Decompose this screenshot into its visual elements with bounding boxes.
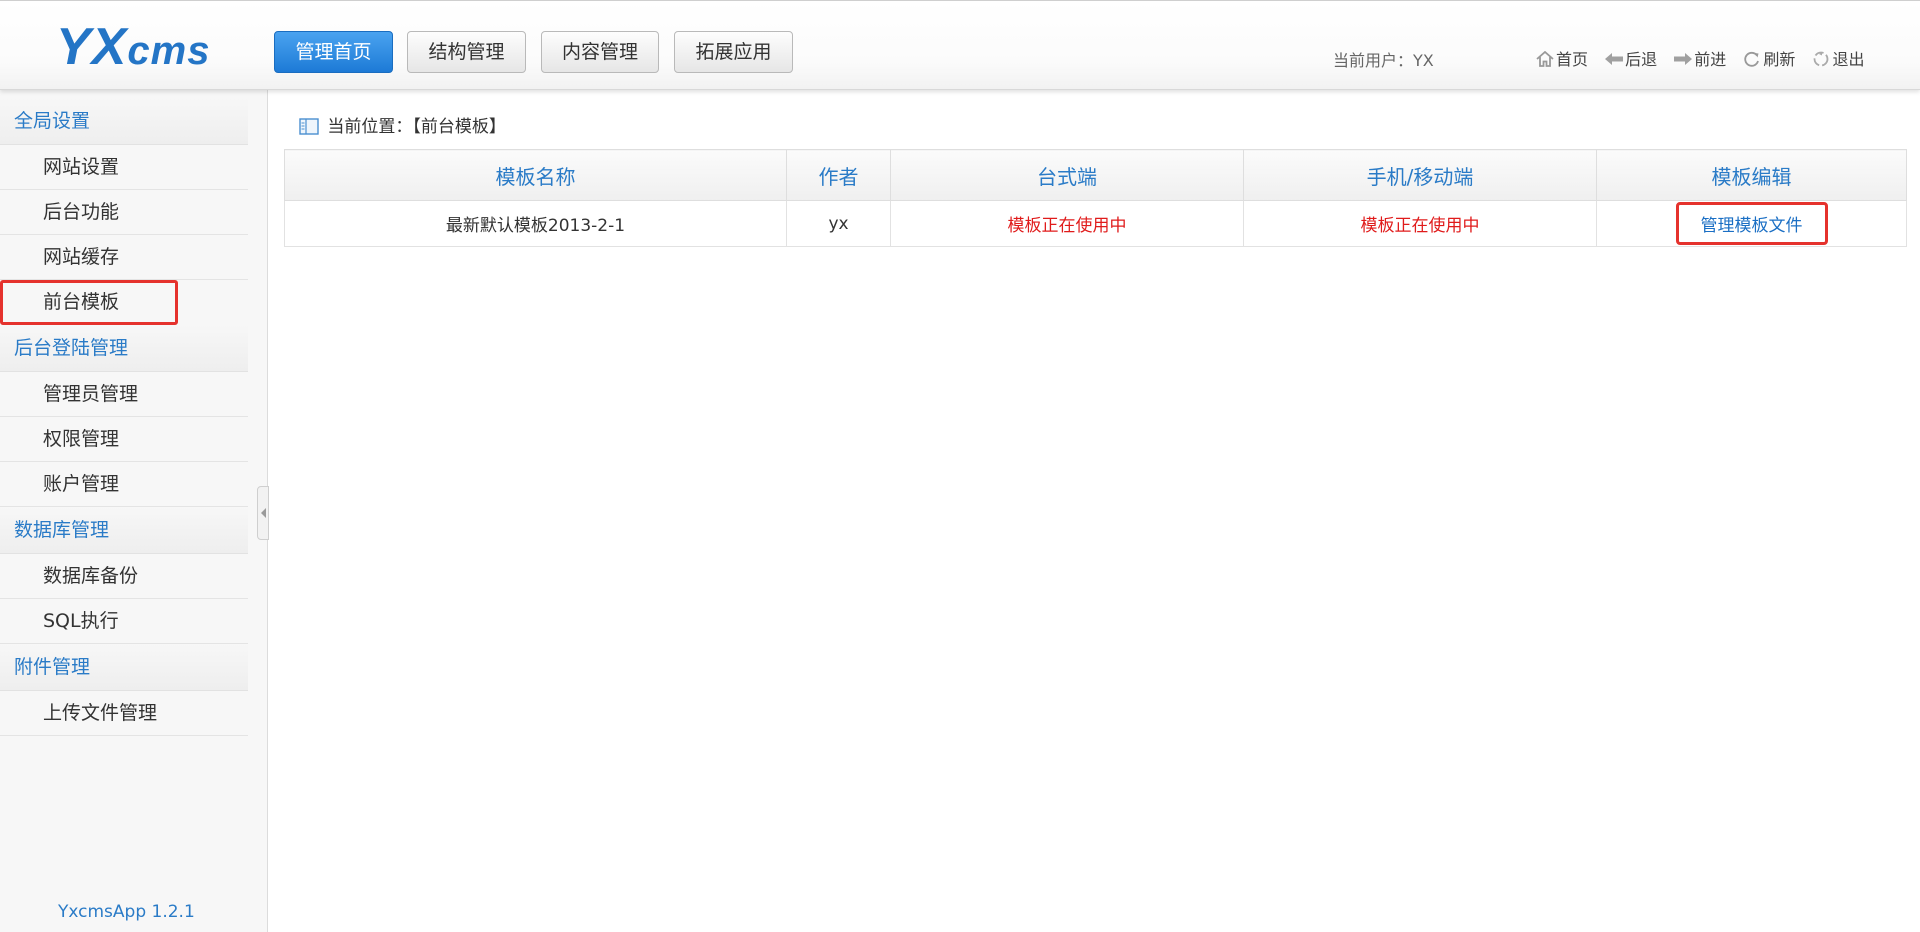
logout-link-label: 退出	[1832, 50, 1865, 69]
sidebar-item-admin-management[interactable]: 管理员管理	[0, 372, 248, 417]
sidebar-item-site-cache[interactable]: 网站缓存	[0, 235, 248, 280]
cell-author: yx	[786, 200, 891, 247]
sidebar-item-database-backup[interactable]: 数据库备份	[0, 554, 248, 599]
refresh-link[interactable]: 刷新	[1742, 46, 1795, 70]
main-content: 当前位置：【前台模板】 模板名称 作者 台式端 手机/移动端 模板编辑 最新默认…	[270, 90, 1920, 932]
back-link-label: 后退	[1625, 50, 1658, 69]
nav-tab-home[interactable]: 管理首页	[274, 31, 393, 73]
home-link[interactable]: 首页	[1535, 46, 1588, 70]
nav-tab-structure[interactable]: 结构管理	[407, 31, 526, 73]
column-header-desktop: 台式端	[890, 149, 1244, 201]
sidebar-item-site-settings[interactable]: 网站设置	[0, 145, 248, 190]
nav-tab-extensions[interactable]: 拓展应用	[674, 31, 793, 73]
sidebar-item-frontend-templates[interactable]: 前台模板	[0, 280, 178, 325]
forward-arrow-icon	[1673, 51, 1693, 67]
column-header-author: 作者	[786, 149, 891, 201]
cell-desktop-status: 模板正在使用中	[890, 200, 1244, 247]
nav-tab-content[interactable]: 内容管理	[541, 31, 659, 73]
sidebar-group-global-settings[interactable]: 全局设置	[0, 98, 248, 145]
template-table: 模板名称 作者 台式端 手机/移动端 模板编辑 最新默认模板2013-2-1 y…	[284, 149, 1907, 247]
sidebar-menu: 全局设置 网站设置 后台功能 网站缓存 前台模板 后台登陆管理 管理员管理 权限…	[0, 98, 248, 736]
top-header: YXcms 管理首页 结构管理 内容管理 拓展应用 当前用户：YX 首页 后退 …	[0, 0, 1920, 90]
breadcrumb: 当前位置：【前台模板】	[299, 112, 506, 137]
home-icon	[1535, 50, 1555, 67]
sidebar-item-backend-features[interactable]: 后台功能	[0, 190, 248, 235]
forward-link[interactable]: 前进	[1673, 46, 1726, 70]
refresh-link-label: 刷新	[1763, 50, 1796, 69]
sidebar-item-account-management[interactable]: 账户管理	[0, 462, 248, 507]
logout-icon	[1811, 51, 1831, 67]
column-header-template-name: 模板名称	[284, 149, 787, 201]
home-link-label: 首页	[1556, 50, 1589, 69]
sidebar-group-database[interactable]: 数据库管理	[0, 507, 248, 554]
logo-text-small: cms	[127, 29, 211, 73]
current-user: 当前用户：YX	[1333, 51, 1434, 70]
sidebar: 全局设置 网站设置 后台功能 网站缓存 前台模板 后台登陆管理 管理员管理 权限…	[0, 90, 268, 932]
cell-template-edit: 管理模板文件	[1596, 200, 1907, 247]
cell-mobile-status: 模板正在使用中	[1243, 200, 1597, 247]
logout-link[interactable]: 退出	[1811, 46, 1864, 70]
sidebar-collapse-handle[interactable]	[257, 486, 269, 540]
column-header-mobile: 手机/移动端	[1243, 149, 1597, 201]
breadcrumb-text: 当前位置：【前台模板】	[327, 117, 506, 137]
app-version: YxcmsApp 1.2.1	[58, 902, 195, 922]
yxcms-logo[interactable]: YXcms	[56, 19, 210, 75]
refresh-icon	[1742, 51, 1762, 67]
sidebar-item-upload-files[interactable]: 上传文件管理	[0, 691, 248, 736]
column-header-template-edit: 模板编辑	[1596, 149, 1907, 201]
sidebar-item-permission-management[interactable]: 权限管理	[0, 417, 248, 462]
logo-text-big: YX	[56, 18, 128, 76]
sidebar-item-sql-execute[interactable]: SQL执行	[0, 599, 248, 644]
location-icon	[299, 117, 327, 137]
back-link[interactable]: 后退	[1604, 46, 1657, 70]
table-header-row: 模板名称 作者 台式端 手机/移动端 模板编辑	[284, 149, 1907, 201]
top-links: 首页 后退 前进 刷新 退出	[1535, 46, 1875, 69]
back-arrow-icon	[1604, 51, 1624, 67]
forward-link-label: 前进	[1694, 50, 1727, 69]
cell-template-name: 最新默认模板2013-2-1	[284, 200, 787, 247]
manage-template-files-link[interactable]: 管理模板文件	[1675, 202, 1828, 245]
sidebar-group-login-management[interactable]: 后台登陆管理	[0, 325, 248, 372]
sidebar-group-attachments[interactable]: 附件管理	[0, 644, 248, 691]
table-row: 最新默认模板2013-2-1 yx 模板正在使用中 模板正在使用中 管理模板文件	[284, 200, 1907, 247]
